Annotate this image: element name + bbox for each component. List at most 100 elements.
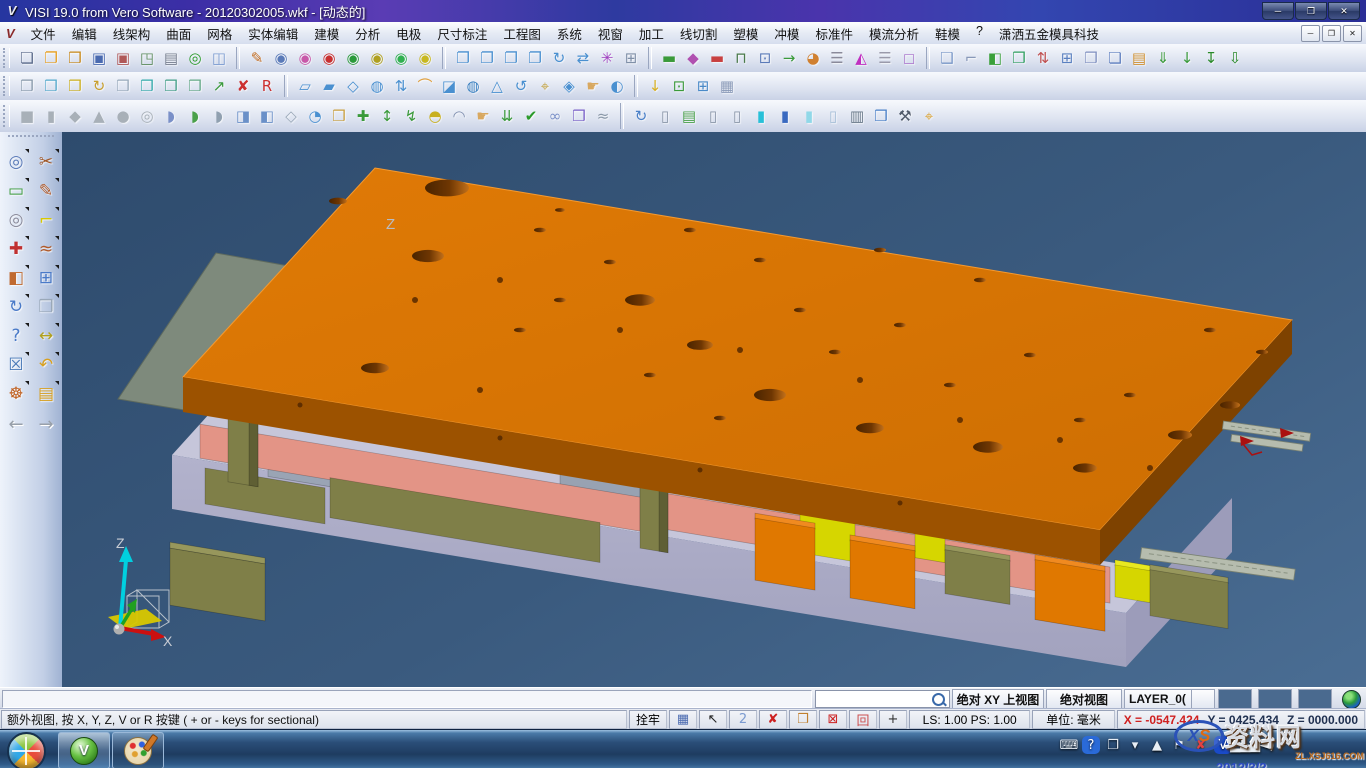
grid-icon[interactable]: ⊞ (33, 265, 59, 291)
show-hidden-icons[interactable]: ▲ (1148, 736, 1166, 754)
eye-plus-minus-icon[interactable]: ◉ (365, 46, 389, 70)
menu-item[interactable]: 建模 (306, 22, 347, 45)
pin-icon[interactable]: ⌖ (533, 74, 557, 98)
shell-icon[interactable]: ❒ (111, 74, 135, 98)
search-input[interactable] (816, 692, 932, 706)
taskbar-visi-button[interactable]: V (58, 732, 110, 768)
fold-icon[interactable]: ⌒ (413, 74, 437, 98)
toolbar-grip[interactable] (3, 76, 10, 96)
shield-icon[interactable]: ◐ (605, 74, 629, 98)
view-swap-icon[interactable]: ⇄ (571, 46, 595, 70)
menu-item[interactable]: 曲面 (158, 22, 199, 45)
layer-blank-button[interactable] (1191, 689, 1215, 709)
twist-icon[interactable]: ↯ (399, 104, 423, 128)
render-monitor-icon[interactable]: ⊡ (753, 46, 777, 70)
documents-icon[interactable]: ▤ (33, 381, 59, 407)
preview-icon[interactable]: ◎ (183, 46, 207, 70)
start-button[interactable] (7, 732, 46, 768)
menu-item[interactable]: 编辑 (64, 22, 105, 45)
move-solid-icon[interactable]: ❒ (15, 74, 39, 98)
mdi-minimize-button[interactable]: ─ (1301, 25, 1320, 42)
menu-item[interactable]: 冲模 (766, 22, 807, 45)
no-shade-icon[interactable]: ▬ (705, 46, 729, 70)
verify-icon[interactable]: ✔ (519, 104, 543, 128)
menu-item[interactable]: ? (968, 22, 991, 45)
hollow-icon[interactable]: ❒ (327, 104, 351, 128)
cyl-pale-icon[interactable]: ▯ (821, 104, 845, 128)
swap12-icon[interactable]: ⇅ (389, 74, 413, 98)
back-arrow-icon[interactable]: ← (4, 413, 28, 437)
layer-select[interactable]: LAYER_0( (1124, 689, 1194, 709)
regen-icon[interactable]: ↻ (3, 294, 29, 320)
toolbar-grip[interactable] (3, 48, 10, 68)
mdi-restore-button[interactable]: ❐ (1322, 25, 1341, 42)
layer-color-button-1[interactable] (1218, 689, 1252, 709)
insert-pin-icon[interactable]: ↧ (1199, 46, 1223, 70)
trim-icon[interactable]: ✂ (33, 149, 59, 175)
diamond-icon[interactable]: ◈ (557, 74, 581, 98)
box-delete-icon[interactable]: ⊠ (819, 710, 847, 729)
window-tray-icon[interactable]: ❐ (1104, 736, 1122, 754)
menu-item[interactable]: 塑模 (725, 22, 766, 45)
menu-item[interactable]: 网格 (199, 22, 240, 45)
prim-cone-icon[interactable]: ▲ (87, 104, 111, 128)
cyl-light-icon[interactable]: ▮ (797, 104, 821, 128)
zoom-solid-icon[interactable]: ◎ (3, 207, 29, 233)
mesh-icon[interactable]: ◍ (365, 74, 389, 98)
sketch-icon[interactable]: ✎ (33, 178, 59, 204)
export-icon[interactable]: ◳ (135, 46, 159, 70)
view-mode-button[interactable]: 绝对 XY 上视图 (952, 689, 1044, 709)
trim-surface-icon[interactable]: ◪ (437, 74, 461, 98)
stamp-icon[interactable]: ⇩ (1223, 46, 1247, 70)
menu-item[interactable]: 尺寸标注 (429, 22, 495, 45)
save-as-icon[interactable]: ▣ (111, 46, 135, 70)
prim-box-icon[interactable]: ■ (15, 104, 39, 128)
menu-item[interactable]: 电极 (388, 22, 429, 45)
view-iso-icon[interactable]: ❐ (523, 46, 547, 70)
keyboard-icon[interactable]: ⌨ (1060, 736, 1078, 754)
blob-green-icon[interactable]: ◗ (183, 104, 207, 128)
window-maximize-button[interactable]: ❐ (1295, 2, 1327, 20)
menu-item[interactable]: 视窗 (590, 22, 631, 45)
delete-entity-icon[interactable]: ✘ (759, 710, 787, 729)
drape-icon[interactable]: ↓ (643, 74, 667, 98)
toolbar-grip[interactable] (3, 105, 10, 127)
push-face-icon[interactable]: ❒ (159, 74, 183, 98)
snap-2d-icon[interactable]: 2 (729, 710, 757, 729)
window-minimize-button[interactable]: ─ (1262, 2, 1294, 20)
menu-item[interactable]: 工程图 (495, 22, 549, 45)
drop-green-icon[interactable]: ⇊ (495, 104, 519, 128)
dome-icon[interactable]: ◔ (303, 104, 327, 128)
undo-icon[interactable]: ↶ (33, 352, 59, 378)
delete-icon[interactable]: ☒ (3, 352, 29, 378)
cyl-outline-icon[interactable]: ▯ (701, 104, 725, 128)
snap-hand-icon[interactable]: ⌖ (917, 104, 941, 128)
layer-color-button-2[interactable] (1258, 689, 1292, 709)
erase-display-icon[interactable]: ✎ (245, 46, 269, 70)
drop-parts-icon[interactable]: ❑ (935, 46, 959, 70)
menu-item[interactable]: 标准件 (807, 22, 861, 45)
wcs-icon[interactable]: ✚ (3, 236, 29, 262)
pick-hand-icon[interactable]: ☛ (581, 74, 605, 98)
print-icon[interactable]: ▤ (159, 46, 183, 70)
plane2-icon[interactable]: ▰ (317, 74, 341, 98)
face-cube-icon[interactable]: ◧ (255, 104, 279, 128)
layer-stack2-icon[interactable]: ☰ (873, 46, 897, 70)
delete-face-icon[interactable]: ✘ (231, 74, 255, 98)
layer-color-button-3[interactable] (1298, 689, 1332, 709)
save-icon[interactable]: ▣ (87, 46, 111, 70)
import-file-icon[interactable]: ❒ (63, 46, 87, 70)
viewport-canvas[interactable]: Z (62, 132, 1366, 687)
cyl-edit-icon[interactable]: ❒ (869, 104, 893, 128)
menu-item[interactable]: 模流分析 (861, 22, 927, 45)
spline-icon[interactable]: ≈ (33, 236, 59, 262)
grid-snap-icon[interactable]: ▦ (669, 710, 697, 729)
view-dynamic-icon[interactable]: ❐ (499, 46, 523, 70)
sync-icon[interactable]: ↻ (629, 104, 653, 128)
blob-shade-icon[interactable]: ◗ (207, 104, 231, 128)
help-circle-icon[interactable]: ? (1082, 736, 1100, 754)
paste-icon[interactable]: ▤ (1127, 46, 1151, 70)
replace-face-icon[interactable]: R (255, 74, 279, 98)
mdi-close-button[interactable]: ✕ (1343, 25, 1362, 42)
extract-icon[interactable]: ❒ (183, 74, 207, 98)
